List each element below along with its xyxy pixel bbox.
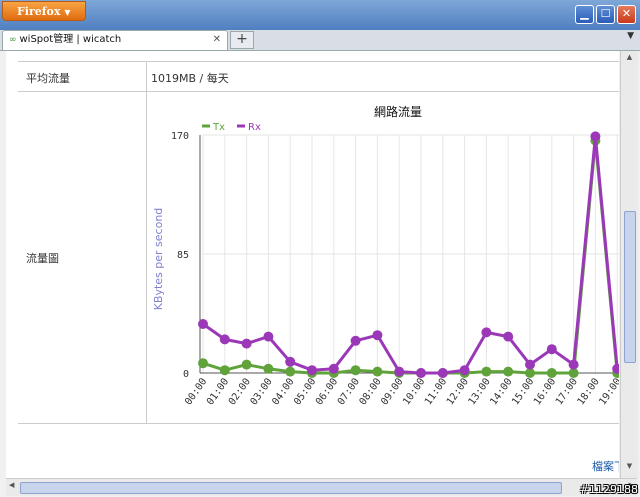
x-tick-label: 12:00 bbox=[445, 376, 471, 407]
data-point-rx bbox=[459, 365, 470, 376]
y-tick-label: 0 bbox=[183, 369, 189, 380]
x-tick-label: 19:00 bbox=[597, 376, 619, 407]
firefox-menu-button[interactable]: Firefox ▼ bbox=[2, 1, 86, 21]
close-window-button[interactable]: ✕ bbox=[617, 5, 636, 24]
wispot-favicon-icon: ∞ bbox=[9, 35, 17, 45]
data-point-rx bbox=[350, 335, 361, 346]
data-point-rx bbox=[525, 359, 535, 370]
x-tick-label: 02:00 bbox=[227, 376, 253, 407]
x-tick-label: 14:00 bbox=[488, 376, 514, 407]
window-titlebar: Firefox ▼ ▁ ☐ ✕ bbox=[0, 0, 640, 30]
data-point-rx bbox=[372, 330, 383, 341]
x-tick-label: 03:00 bbox=[249, 376, 275, 407]
data-point-tx bbox=[241, 359, 252, 370]
data-point-rx bbox=[416, 368, 426, 378]
page-content: 平均流量 1019MB / 每天 流量圖 0 85 170 00:00 01:00 02:… bbox=[6, 51, 619, 478]
data-point-tx bbox=[263, 363, 274, 374]
data-point-tx bbox=[285, 366, 296, 377]
data-point-tx bbox=[350, 365, 361, 376]
data-point-rx bbox=[437, 368, 448, 378]
vertical-scroll-thumb[interactable] bbox=[624, 211, 636, 363]
data-point-rx bbox=[503, 331, 514, 342]
tab-strip: ∞ wiSpot管理 | wicatch ✕ + ▼ bbox=[0, 30, 640, 51]
scroll-up-icon[interactable]: ▲ bbox=[621, 53, 638, 67]
x-tick-label: 07:00 bbox=[336, 376, 362, 407]
data-point-rx bbox=[481, 327, 492, 338]
y-tick-label: 170 bbox=[171, 131, 189, 142]
data-point-rx bbox=[263, 331, 274, 342]
data-point-rx bbox=[546, 344, 557, 355]
data-point-rx bbox=[328, 363, 339, 374]
data-point-rx bbox=[241, 338, 252, 349]
legend-label: Rx bbox=[248, 122, 261, 133]
tab-close-icon[interactable]: ✕ bbox=[213, 31, 221, 49]
x-tick-label: 06:00 bbox=[314, 376, 340, 407]
data-point-tx bbox=[198, 358, 208, 369]
horizontal-scroll-thumb[interactable] bbox=[20, 482, 562, 494]
x-tick-label: 00:00 bbox=[183, 376, 209, 407]
x-tick-label: 18:00 bbox=[576, 376, 602, 407]
tab-list-chevron-icon[interactable]: ▼ bbox=[627, 31, 634, 41]
data-point-tx bbox=[219, 365, 230, 376]
data-point-rx bbox=[590, 131, 601, 142]
legend-label: Tx bbox=[212, 122, 225, 133]
browser-tab[interactable]: ∞ wiSpot管理 | wicatch ✕ bbox=[2, 30, 228, 50]
new-tab-button[interactable]: + bbox=[230, 31, 254, 49]
traffic-chart: 0 85 170 00:0001:0002:0003:0004:0005:0006:0… bbox=[152, 104, 619, 407]
y-axis-label: KBytes per second bbox=[152, 208, 165, 311]
chart-title: 網路流量 bbox=[374, 104, 422, 119]
x-tick-label: 08:00 bbox=[358, 376, 384, 407]
tab-title: wiSpot管理 | wicatch bbox=[19, 34, 122, 45]
firefox-menu-label: Firefox bbox=[17, 5, 61, 18]
data-point-rx bbox=[285, 356, 296, 367]
data-point-tx bbox=[503, 366, 514, 377]
vertical-scrollbar[interactable]: ▲ ▼ bbox=[620, 51, 638, 478]
data-point-tx bbox=[372, 366, 383, 377]
scroll-down-icon[interactable]: ▼ bbox=[621, 462, 638, 476]
data-point-tx bbox=[481, 366, 492, 377]
x-tick-label: 01:00 bbox=[205, 376, 231, 407]
scroll-left-icon[interactable]: ◀ bbox=[9, 481, 14, 489]
x-tick-label: 11:00 bbox=[423, 376, 449, 407]
watermark-text: #1129188 bbox=[579, 483, 638, 496]
x-tick-label: 04:00 bbox=[270, 376, 296, 407]
horizontal-scrollbar[interactable]: ◀ ▶ bbox=[6, 478, 637, 496]
download-file-link[interactable]: 檔案下 bbox=[592, 458, 619, 474]
data-point-rx bbox=[307, 365, 317, 376]
minimize-button[interactable]: ▁ bbox=[575, 5, 594, 24]
x-tick-label: 16:00 bbox=[532, 376, 558, 407]
data-point-rx bbox=[219, 334, 230, 345]
maximize-button[interactable]: ☐ bbox=[596, 5, 615, 24]
x-tick-label: 15:00 bbox=[510, 376, 536, 407]
x-tick-label: 10:00 bbox=[401, 376, 427, 407]
data-point-rx bbox=[198, 319, 208, 329]
x-tick-label: 09:00 bbox=[379, 376, 405, 407]
y-tick-label: 85 bbox=[177, 250, 189, 261]
data-point-rx bbox=[394, 366, 405, 377]
chevron-down-icon: ▼ bbox=[64, 7, 71, 17]
x-tick-label: 17:00 bbox=[554, 376, 580, 407]
data-point-rx bbox=[568, 359, 579, 370]
data-point-tx bbox=[546, 368, 557, 378]
x-tick-label: 05:00 bbox=[292, 376, 318, 407]
x-tick-label: 13:00 bbox=[467, 376, 493, 407]
table-border bbox=[18, 423, 619, 424]
